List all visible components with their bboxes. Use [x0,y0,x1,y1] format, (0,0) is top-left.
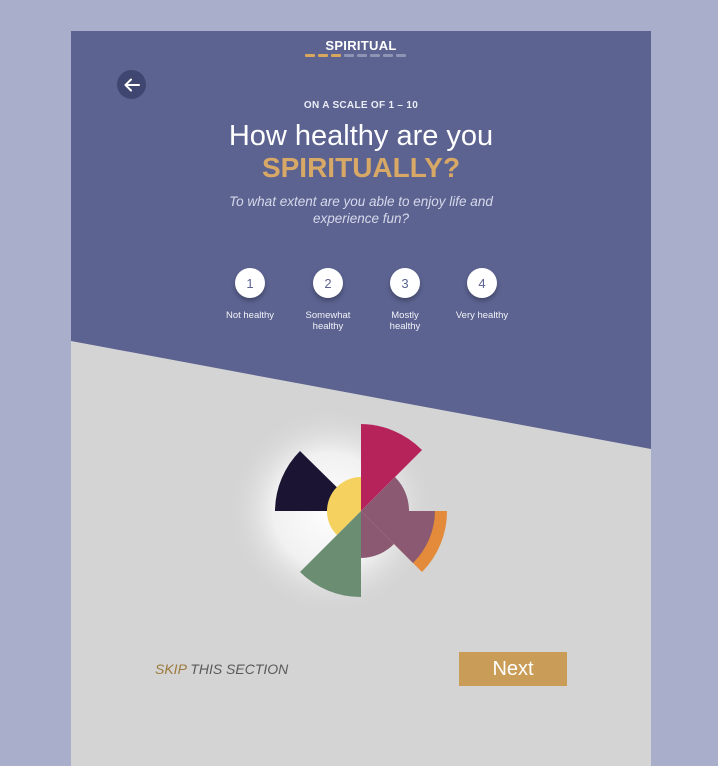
rating-option-2[interactable]: 2 Somewhat healthy [298,268,358,332]
rating-option-1[interactable]: 1 Not healthy [220,268,280,321]
arrow-left-icon [124,78,140,91]
rating-label: Somewhat healthy [305,310,351,332]
rating-option-3[interactable]: 3 Mostly healthy [375,268,435,332]
progress-segment [396,54,406,57]
section-progress [305,54,406,57]
skip-word: SKIP [155,661,187,677]
skip-rest: THIS SECTION [186,661,289,677]
back-button[interactable] [117,70,146,99]
progress-segment [357,54,367,57]
progress-segment [344,54,354,57]
question-description: To what extent are you able to enjoy lif… [229,194,493,226]
question-heading: How healthy are you [228,120,494,152]
skip-section-link[interactable]: SKIP THIS SECTION [155,661,288,677]
rating-number: 2 [313,268,343,298]
next-button[interactable]: Next [459,652,567,686]
section-title: SPIRITUAL [325,38,397,53]
progress-segment [318,54,328,57]
rating-label: Not healthy [225,310,275,321]
question-accent: SPIRITUALLY? [261,152,461,183]
rating-number: 3 [390,268,420,298]
rating-label: Mostly healthy [389,310,421,332]
scale-label: ON A SCALE OF 1 – 10 [303,100,419,111]
rating-label: Very healthy [455,310,509,321]
wellness-wheel [226,406,448,616]
progress-segment [331,54,341,57]
rating-number: 4 [467,268,497,298]
progress-segment [383,54,393,57]
rating-option-4[interactable]: 4 Very healthy [452,268,512,321]
header-panel [71,31,651,449]
progress-segment [305,54,315,57]
survey-card: SPIRITUAL ON A SCALE OF 1 – 10 How healt… [71,31,651,766]
progress-segment [370,54,380,57]
rating-number: 1 [235,268,265,298]
